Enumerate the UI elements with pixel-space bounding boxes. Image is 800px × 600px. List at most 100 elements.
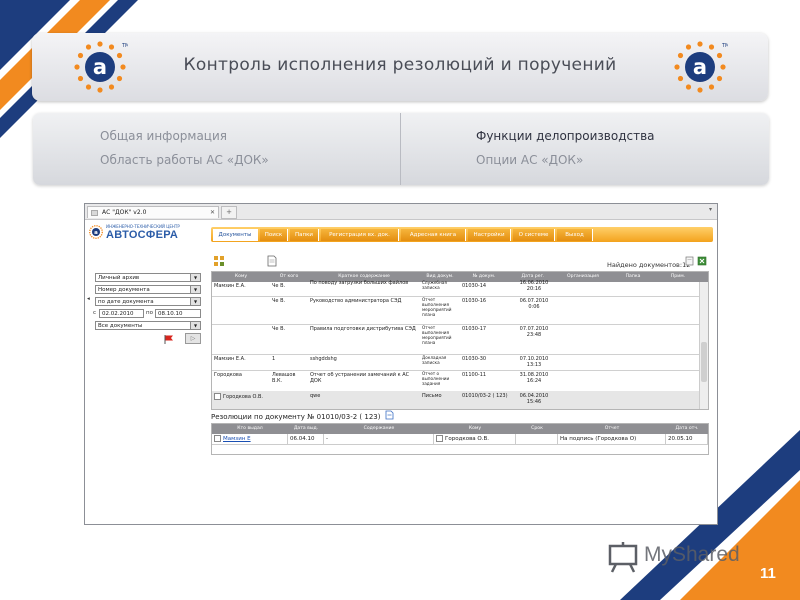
table-row[interactable]: Мамзин Е.А. 1 sshgddshg Докладная записк… bbox=[212, 354, 699, 371]
archive-select-value: Личный архив bbox=[98, 275, 140, 281]
svg-text:TM: TM bbox=[121, 43, 128, 49]
col-folder[interactable]: Папка bbox=[608, 272, 658, 282]
sort-select[interactable]: по дате документа ▼ bbox=[95, 297, 201, 306]
nav-tab-folders[interactable]: Папки bbox=[290, 229, 319, 241]
table-row[interactable]: Че В. Руководство администратора СЭД Отч… bbox=[212, 296, 699, 325]
table-row-selected[interactable]: Городкова О.В. qwe Письмо 01010/03-2 ( 1… bbox=[212, 391, 699, 409]
checkbox[interactable] bbox=[214, 393, 221, 400]
nav-tab-address-book[interactable]: Адресная книга bbox=[401, 229, 466, 241]
table-row[interactable]: Мамзин Е 06.04.10 - Городкова О.В. На по… bbox=[212, 434, 708, 445]
app-logo: a ИНЖЕНЕРНО-ТЕХНИЧЕСКИЙ ЦЕНТР АВТОСФЕРА bbox=[89, 224, 199, 241]
col-org[interactable]: Организация bbox=[558, 272, 608, 282]
presentation-board-icon bbox=[608, 542, 638, 573]
col-recipient[interactable]: Кому bbox=[434, 424, 516, 434]
nav-link-work-area[interactable]: Область работы АС «ДОК» bbox=[100, 153, 269, 167]
col-report[interactable]: Отчет bbox=[558, 424, 666, 434]
svg-text:TM: TM bbox=[721, 43, 728, 49]
col-report-date[interactable]: Дата отч. bbox=[666, 424, 708, 434]
browser-tab-title: АС "ДОК" v2.0 bbox=[102, 209, 147, 216]
excel-export-icon[interactable] bbox=[697, 256, 707, 266]
nav-tab-settings[interactable]: Настройки bbox=[468, 229, 511, 241]
nav-link-options[interactable]: Опции АС «ДОК» bbox=[476, 153, 583, 167]
sort-select-value: по дате документа bbox=[98, 299, 154, 305]
archive-select[interactable]: Личный архив ▼ bbox=[95, 273, 201, 282]
cell-number: 01100-11 bbox=[462, 372, 487, 378]
brand-logo-icon: a bbox=[89, 225, 103, 239]
cell-time: 0:06 bbox=[528, 304, 540, 310]
table-scrollbar[interactable] bbox=[699, 282, 708, 409]
field-select[interactable]: Номер документа ▼ bbox=[95, 285, 201, 294]
nav-tab-registration[interactable]: Регистрация вх. док. bbox=[321, 229, 399, 241]
apply-filter-button[interactable]: ▷ bbox=[185, 333, 201, 344]
col-to[interactable]: Кому bbox=[212, 272, 270, 282]
watermark: MyShared bbox=[606, 540, 766, 576]
chevron-down-icon: ▼ bbox=[190, 322, 200, 329]
nav-link-office-functions[interactable]: Функции делопроизводства bbox=[476, 129, 655, 143]
cell-from: Че В. bbox=[272, 326, 286, 332]
cell-report: На подпись (Городкова О) bbox=[558, 434, 666, 444]
date-to-label: по bbox=[146, 310, 153, 316]
chevron-down-icon: ▼ bbox=[190, 298, 200, 305]
cell-summary: Отчет об устранении замечаний к АС ДОК bbox=[310, 372, 410, 384]
documents-table: Кому От кого Краткое содержание Вид доку… bbox=[211, 271, 709, 410]
col-issue-date[interactable]: Дата выд. bbox=[288, 424, 324, 434]
col-content[interactable]: Содержание bbox=[324, 424, 434, 434]
cell-summary: Руководство администратора СЭД bbox=[310, 298, 402, 304]
col-author[interactable]: Кто выдал bbox=[212, 424, 288, 434]
cell-time: 15:46 bbox=[526, 399, 542, 405]
cell-to: Мамзин Е.А. bbox=[214, 356, 246, 362]
page-icon bbox=[91, 210, 98, 216]
nav-link-general-info[interactable]: Общая информация bbox=[100, 129, 227, 143]
table-row[interactable]: Мамзин Е.А. Че В. По поводу загрузки бол… bbox=[212, 280, 699, 297]
collapse-arrow-icon[interactable]: ◂ bbox=[87, 296, 90, 302]
new-document-icon[interactable] bbox=[266, 255, 278, 267]
table-row[interactable]: Городкова Левашов В.К. Отчет об устранен… bbox=[212, 370, 699, 392]
date-to-input[interactable]: 08.10.10 bbox=[155, 309, 201, 318]
nav-tab-about[interactable]: О системе bbox=[513, 229, 555, 241]
main-nav: Документы Поиск Папки Регистрация вх. до… bbox=[211, 227, 713, 242]
table-header: Кто выдал Дата выд. Содержание Кому Срок… bbox=[212, 424, 708, 434]
resolutions-title: Резолюции по документу № 01010/03-2 ( 12… bbox=[211, 413, 380, 421]
refresh-icon[interactable] bbox=[213, 255, 225, 267]
cell-from: Че В. bbox=[272, 298, 286, 304]
cell-report-date: 20.05.10 bbox=[666, 434, 708, 444]
scrollbar-thumb[interactable] bbox=[701, 342, 707, 382]
nav-tab-exit[interactable]: Выход bbox=[557, 229, 593, 241]
browser-tab[interactable]: АС "ДОК" v2.0 ✕ bbox=[87, 206, 219, 218]
brand-logo-icon: a TM bbox=[672, 39, 729, 95]
date-from-input[interactable]: 02.02.2010 bbox=[99, 309, 144, 318]
add-resolution-icon[interactable] bbox=[385, 410, 394, 420]
cell-summary: По поводу загрузки больших файлов bbox=[310, 280, 409, 286]
table-header: Кому От кого Краткое содержание Вид доку… bbox=[212, 272, 708, 282]
print-icon[interactable] bbox=[685, 256, 695, 266]
cell-summary: Правила подготовки дистрибутива СЭД bbox=[310, 326, 416, 332]
checkbox[interactable] bbox=[436, 435, 443, 442]
cell-number: 01030-17 bbox=[462, 326, 487, 332]
brand-name: АВТОСФЕРА bbox=[106, 229, 179, 241]
col-number[interactable]: № докум. bbox=[460, 272, 508, 282]
cell-content: - bbox=[324, 434, 434, 444]
chevron-down-icon[interactable]: ▾ bbox=[709, 206, 712, 213]
nav-tab-documents[interactable]: Документы bbox=[213, 229, 258, 241]
found-label: Найдено документов: bbox=[607, 261, 683, 269]
nav-tab-search[interactable]: Поиск bbox=[260, 229, 288, 241]
doc-filter-select[interactable]: Все документы ▼ bbox=[95, 321, 201, 330]
col-from[interactable]: От кого bbox=[270, 272, 308, 282]
slide-title-bar: a TM Контроль исполнения резолюций и пор… bbox=[32, 33, 768, 101]
checkbox[interactable] bbox=[214, 435, 221, 442]
new-tab-button[interactable]: + bbox=[221, 206, 237, 219]
cell-summary: qwe bbox=[310, 393, 321, 399]
col-deadline[interactable]: Срок bbox=[516, 424, 558, 434]
chevron-down-icon: ▼ bbox=[190, 274, 200, 281]
close-icon[interactable]: ✕ bbox=[210, 207, 215, 219]
table-row[interactable]: Че В. Правила подготовки дистрибутива СЭ… bbox=[212, 324, 699, 355]
cell-number: 01030-30 bbox=[462, 356, 487, 362]
resolutions-title-text: Резолюции по документу № 01010/03-2 ( 12… bbox=[211, 413, 381, 421]
svg-text:a: a bbox=[94, 230, 98, 236]
cell-type: Служебная записка bbox=[422, 280, 447, 290]
flag-icon[interactable] bbox=[163, 334, 175, 345]
author-link[interactable]: Мамзин Е bbox=[223, 436, 251, 442]
col-note[interactable]: Прим. bbox=[658, 272, 698, 282]
cell-number: 01010/03-2 ( 123) bbox=[462, 393, 508, 399]
cell-from: Левашов В.К. bbox=[272, 372, 296, 384]
